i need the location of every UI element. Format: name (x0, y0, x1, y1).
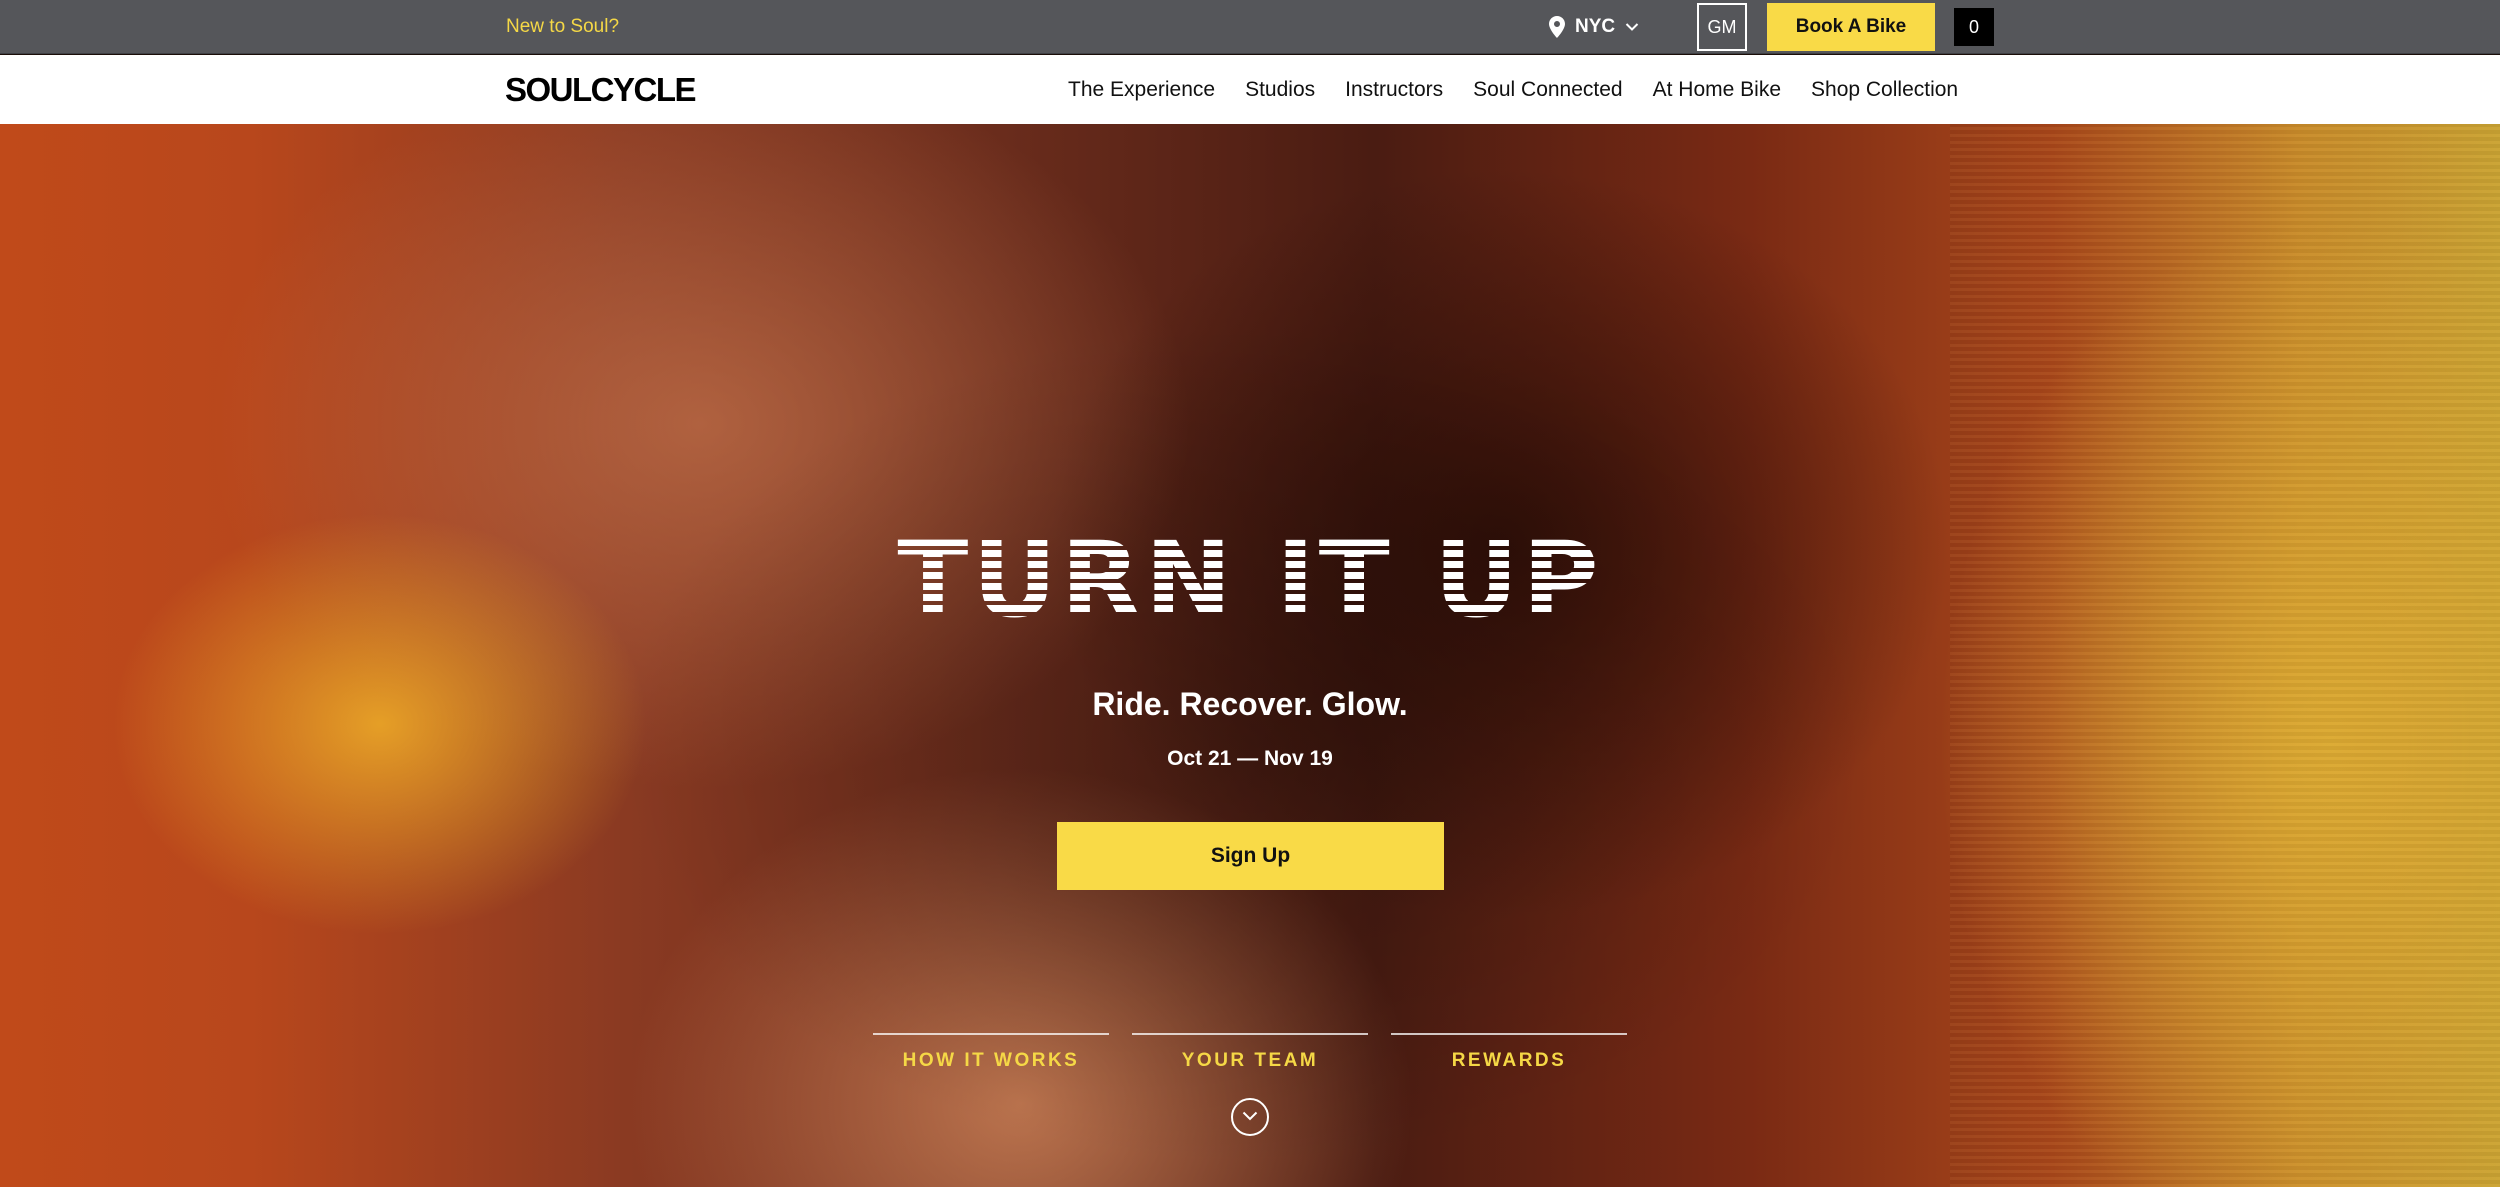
chevron-down-icon (1625, 22, 1639, 32)
hero-dates: Oct 21 — Nov 19 (1167, 747, 1333, 770)
sign-up-button[interactable]: Sign Up (1057, 822, 1444, 890)
hero-subtitle: Ride. Recover. Glow. (1092, 686, 1408, 722)
hero-motion-streaks (1950, 124, 2500, 1187)
location-label: NYC (1575, 16, 1616, 37)
nav-link-at-home-bike[interactable]: At Home Bike (1653, 78, 1781, 102)
tab-rewards[interactable]: REWARDS (1391, 1033, 1627, 1073)
hero-title: TURN IT UP (897, 519, 1603, 641)
account-button[interactable]: GM (1697, 3, 1747, 51)
location-selector[interactable]: NYC (1549, 0, 1639, 54)
nav-link-studios[interactable]: Studios (1245, 78, 1315, 102)
tab-how-it-works[interactable]: HOW IT WORKS (873, 1033, 1109, 1073)
nav-link-the-experience[interactable]: The Experience (1068, 78, 1215, 102)
hero-section-tabs: HOW IT WORKS YOUR TEAM REWARDS (873, 1033, 1627, 1073)
nav-link-shop-collection[interactable]: Shop Collection (1811, 78, 1958, 102)
chevron-down-icon (1242, 1108, 1258, 1126)
utility-bar: New to Soul? NYC GM Book A Bike 0 (0, 0, 2500, 54)
tab-your-team[interactable]: YOUR TEAM (1132, 1033, 1368, 1073)
main-nav: SOULCYCLE The Experience Studios Instruc… (0, 55, 2500, 124)
scroll-down-button[interactable] (1231, 1098, 1269, 1136)
nav-link-instructors[interactable]: Instructors (1345, 78, 1443, 102)
cart-button[interactable]: 0 (1954, 8, 1994, 46)
map-pin-icon (1549, 16, 1565, 38)
soulcycle-logo[interactable]: SOULCYCLE (505, 55, 697, 124)
hero-banner: TURN IT UP Ride. Recover. Glow. Oct 21 —… (0, 124, 2500, 1187)
book-a-bike-button[interactable]: Book A Bike (1767, 3, 1935, 51)
nav-links: The Experience Studios Instructors Soul … (1068, 55, 1958, 124)
nav-link-soul-connected[interactable]: Soul Connected (1473, 78, 1622, 102)
new-to-soul-link[interactable]: New to Soul? (506, 0, 619, 54)
